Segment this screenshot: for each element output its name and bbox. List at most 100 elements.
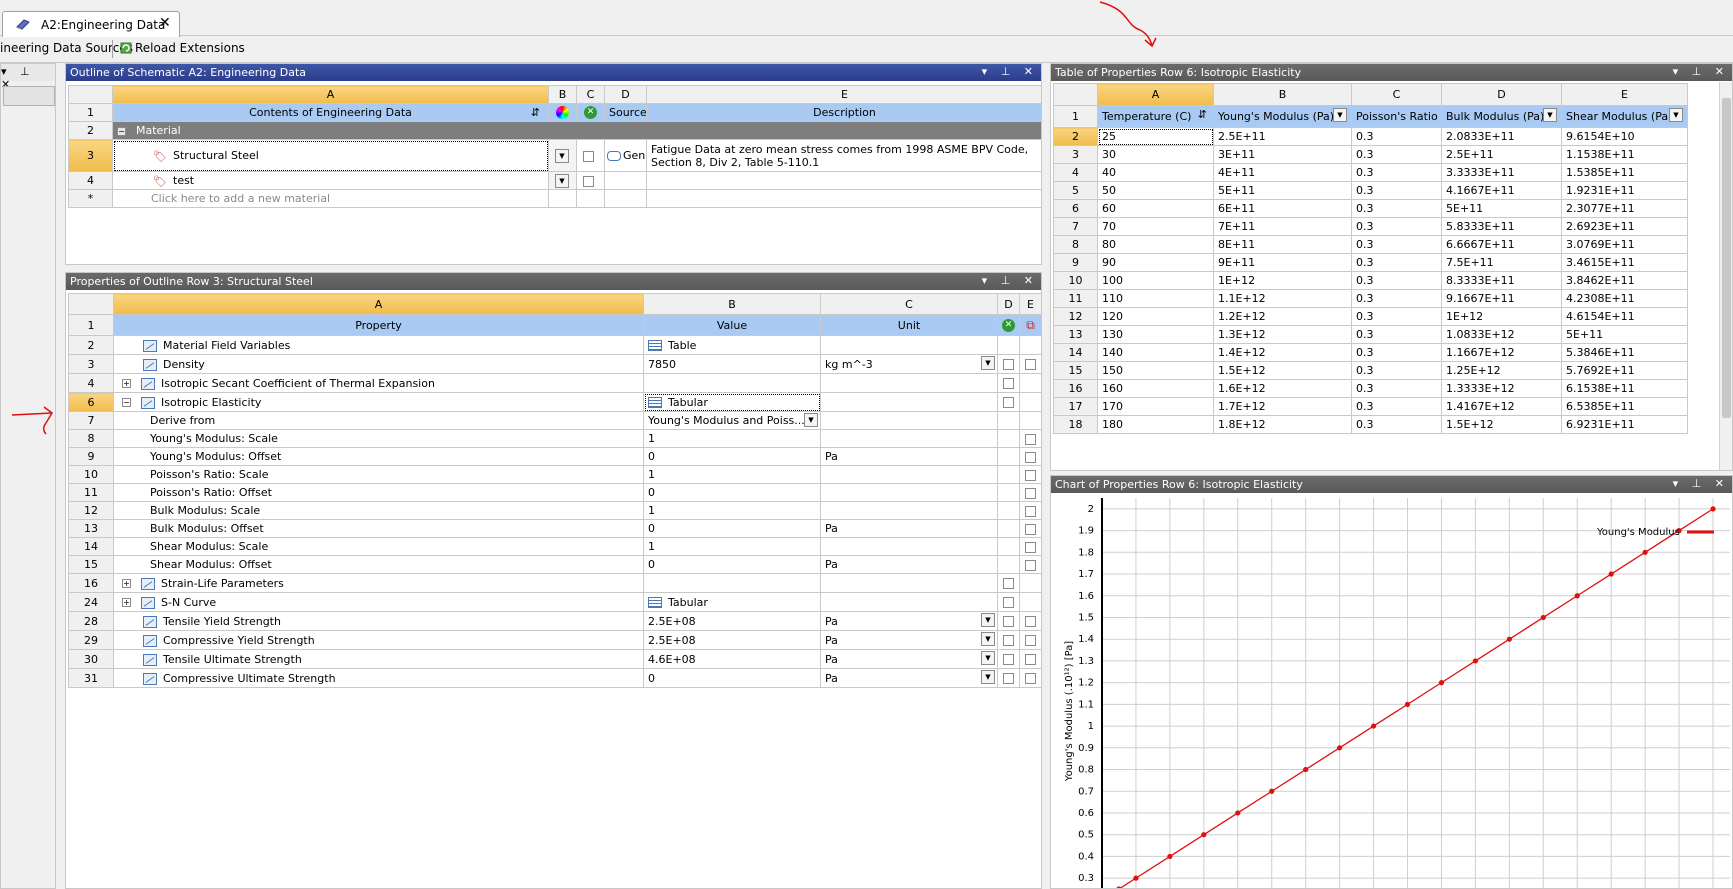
parameter-cell[interactable] xyxy=(1019,592,1041,612)
property-value-cell[interactable]: Young's Modulus and Poiss... ▼ xyxy=(643,411,821,430)
suppress-cell[interactable] xyxy=(997,392,1020,412)
property-unit-cell[interactable] xyxy=(820,573,998,593)
column-letter-d[interactable]: D xyxy=(604,85,647,104)
parameter-checkbox[interactable] xyxy=(1025,523,1036,535)
color-cell[interactable]: ▼ xyxy=(548,171,577,190)
parameter-cell[interactable] xyxy=(1019,537,1041,556)
temperature-cell[interactable]: 60 xyxy=(1097,199,1214,218)
temperature-cell[interactable]: 170 xyxy=(1097,397,1214,416)
property-unit-cell[interactable]: kg m^-3 ▼ xyxy=(820,354,998,374)
suppress-cell[interactable] xyxy=(997,501,1020,520)
table-row[interactable]: 13 130 1.3E+12 0.3 1.0833E+12 5E+11 xyxy=(1053,325,1688,344)
youngs-modulus-cell[interactable]: 1.3E+12 xyxy=(1213,325,1352,344)
property-row[interactable]: 11 Poisson's Ratio: Offset 0 xyxy=(68,483,1041,502)
source-cell[interactable]: Gen xyxy=(604,139,647,172)
property-value-cell[interactable]: 4.6E+08 xyxy=(643,649,821,669)
shear-modulus-cell[interactable]: 9.6154E+10 xyxy=(1561,127,1688,146)
youngs-modulus-cell[interactable]: 1E+12 xyxy=(1213,271,1352,290)
suppress-checkbox[interactable] xyxy=(1003,597,1014,608)
property-row[interactable]: 24 + S-N Curve Tabular xyxy=(68,592,1041,612)
table-row[interactable]: 2 25 2.5E+11 0.3 2.0833E+11 9.6154E+10 xyxy=(1053,127,1688,146)
property-value-cell[interactable]: 0 xyxy=(643,519,821,538)
suppress-checkbox[interactable] xyxy=(583,175,594,187)
property-row[interactable]: 9 Young's Modulus: Offset 0 Pa xyxy=(68,447,1041,466)
column-letter-a[interactable]: A xyxy=(112,85,549,104)
shear-modulus-cell[interactable]: 1.5385E+11 xyxy=(1561,163,1688,182)
poissons-ratio-cell[interactable]: 0.3 xyxy=(1351,181,1442,200)
parameter-checkbox[interactable] xyxy=(1025,505,1036,517)
property-value-cell[interactable]: 0 xyxy=(643,447,821,466)
temperature-cell[interactable]: 120 xyxy=(1097,307,1214,326)
parameter-checkbox[interactable] xyxy=(1025,433,1036,445)
suppress-checkbox[interactable] xyxy=(583,150,594,162)
property-row[interactable]: 16 + Strain-Life Parameters xyxy=(68,573,1041,593)
suppress-cell[interactable] xyxy=(997,668,1020,688)
parameter-cell[interactable] xyxy=(1019,335,1041,355)
table-row[interactable]: 17 170 1.7E+12 0.3 1.4167E+12 6.5385E+11 xyxy=(1053,397,1688,416)
suppress-checkbox[interactable] xyxy=(1003,359,1014,370)
suppress-cell[interactable] xyxy=(997,354,1020,374)
shear-modulus-cell[interactable]: 3.0769E+11 xyxy=(1561,235,1688,254)
bulk-modulus-cell[interactable]: 1.0833E+12 xyxy=(1441,325,1562,344)
bulk-modulus-header[interactable]: Bulk Modulus (Pa) ▼ xyxy=(1441,105,1562,128)
property-name-cell[interactable]: Compressive Ultimate Strength xyxy=(113,668,644,688)
table-row[interactable]: 7 70 7E+11 0.3 5.8333E+11 2.6923E+11 xyxy=(1053,217,1688,236)
expand-icon[interactable]: + xyxy=(122,579,131,588)
column-letter-e[interactable]: E xyxy=(1561,83,1688,106)
property-value-cell[interactable]: 2.5E+08 xyxy=(643,611,821,631)
suppress-cell[interactable] xyxy=(997,483,1020,502)
table-row[interactable]: 4 🏷 test ▼ xyxy=(68,171,1041,190)
parameter-cell[interactable] xyxy=(1019,519,1041,538)
temperature-cell[interactable]: 140 xyxy=(1097,343,1214,362)
youngs-modulus-cell[interactable]: 3E+11 xyxy=(1213,145,1352,164)
youngs-modulus-cell[interactable]: 9E+11 xyxy=(1213,253,1352,272)
chart-panel-buttons[interactable]: ▾ ⊥ ✕ xyxy=(1673,477,1729,490)
properties-panel-buttons[interactable]: ▾ ⊥ ✕ xyxy=(982,274,1038,287)
parameter-checkbox[interactable] xyxy=(1025,559,1036,571)
table-row[interactable]: 11 110 1.1E+12 0.3 9.1667E+11 4.2308E+11 xyxy=(1053,289,1688,308)
table-row[interactable]: 14 140 1.4E+12 0.3 1.1667E+12 5.3846E+11 xyxy=(1053,343,1688,362)
youngs-modulus-cell[interactable]: 1.4E+12 xyxy=(1213,343,1352,362)
bulk-modulus-cell[interactable]: 1.5E+12 xyxy=(1441,415,1562,434)
property-value-cell[interactable]: Table xyxy=(643,335,821,355)
temperature-cell[interactable]: 160 xyxy=(1097,379,1214,398)
parameter-checkbox[interactable] xyxy=(1025,673,1036,684)
property-unit-cell[interactable]: Pa ▼ xyxy=(820,668,998,688)
parameter-cell[interactable] xyxy=(1019,447,1041,466)
property-value-cell[interactable]: Tabular xyxy=(643,592,821,612)
poissons-ratio-cell[interactable]: 0.3 xyxy=(1351,127,1442,146)
bulk-modulus-cell[interactable]: 1.25E+12 xyxy=(1441,361,1562,380)
bulk-modulus-cell[interactable]: 1.1667E+12 xyxy=(1441,343,1562,362)
property-name-cell[interactable]: Bulk Modulus: Offset xyxy=(113,519,644,538)
column-letter-a[interactable]: A xyxy=(113,293,644,315)
poissons-ratio-cell[interactable]: 0.3 xyxy=(1351,361,1442,380)
table-scrollbar[interactable] xyxy=(1719,82,1732,470)
suppress-cell[interactable] xyxy=(997,429,1020,448)
property-value-cell[interactable]: 2.5E+08 xyxy=(643,630,821,650)
dropdown-arrow-icon[interactable]: ▼ xyxy=(1543,108,1557,122)
property-unit-cell[interactable]: Pa ▼ xyxy=(820,649,998,669)
property-row[interactable]: 30 Tensile Ultimate Strength 4.6E+08 Pa ▼ xyxy=(68,649,1041,669)
contents-header[interactable]: Contents of Engineering Data ⇵ xyxy=(112,103,549,122)
toolbox-item[interactable] xyxy=(3,86,55,106)
column-letter-b[interactable]: B xyxy=(1213,83,1352,106)
property-name-cell[interactable]: Bulk Modulus: Scale xyxy=(113,501,644,520)
poissons-ratio-cell[interactable]: 0.3 xyxy=(1351,271,1442,290)
expand-icon[interactable]: + xyxy=(122,379,131,388)
property-name-cell[interactable]: Derive from xyxy=(113,411,644,430)
shear-modulus-cell[interactable]: 3.4615E+11 xyxy=(1561,253,1688,272)
youngs-modulus-cell[interactable]: 8E+11 xyxy=(1213,235,1352,254)
parameter-checkbox[interactable] xyxy=(1025,469,1036,481)
dropdown-arrow-icon[interactable]: ▼ xyxy=(981,613,995,627)
suppress-cell[interactable] xyxy=(997,335,1020,355)
material-group-cell[interactable]: − Material xyxy=(112,121,1041,140)
youngs-modulus-header[interactable]: Young's Modulus (Pa) ▼ xyxy=(1213,105,1352,128)
property-unit-cell[interactable] xyxy=(820,501,998,520)
shear-modulus-cell[interactable]: 2.6923E+11 xyxy=(1561,217,1688,236)
bulk-modulus-cell[interactable]: 8.3333E+11 xyxy=(1441,271,1562,290)
property-name-cell[interactable]: Tensile Yield Strength xyxy=(113,611,644,631)
shear-modulus-cell[interactable]: 5E+11 xyxy=(1561,325,1688,344)
parameter-cell[interactable] xyxy=(1019,392,1041,412)
material-name-cell[interactable]: 🏷 Structural Steel xyxy=(112,139,549,172)
scrollbar-thumb[interactable] xyxy=(1722,98,1731,418)
